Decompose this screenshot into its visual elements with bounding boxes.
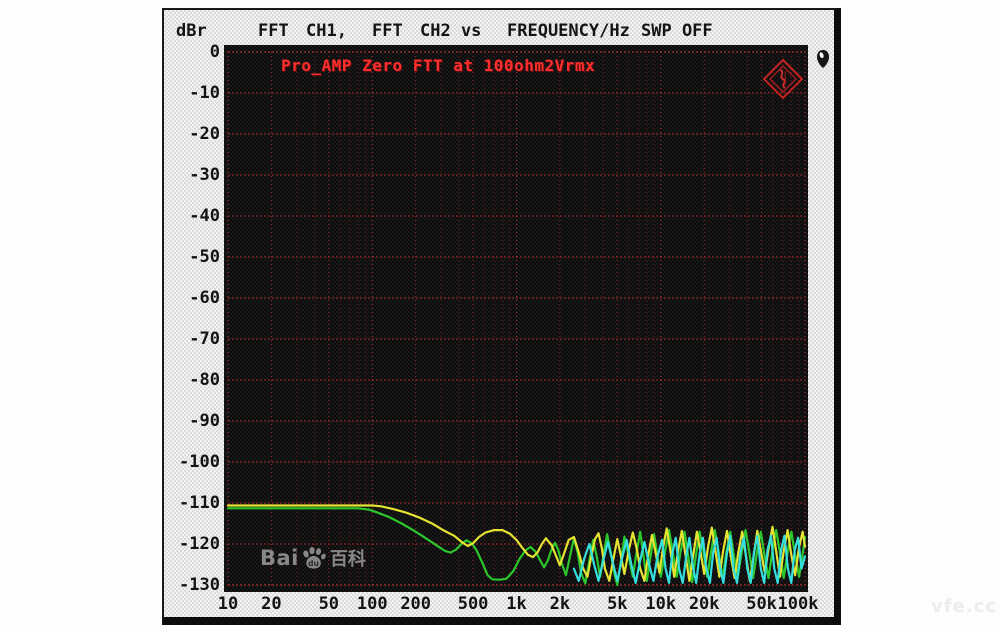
trace1-type-label: FFT [258, 21, 289, 41]
x-tick-label: 200 [400, 594, 431, 614]
y-tick-label: -10 [150, 83, 220, 103]
x-axis-label: FREQUENCY/Hz [507, 21, 630, 41]
trace1-channel-label: CH1, [306, 21, 347, 41]
x-tick-label: 10k [645, 594, 676, 614]
badge-glyph-icon [816, 49, 830, 69]
y-tick-label: -130 [150, 575, 220, 595]
diamond-logo-icon [762, 58, 804, 100]
x-tick-label: 20k [689, 594, 720, 614]
x-tick-label: 10 [218, 594, 238, 614]
y-tick-label: -110 [150, 493, 220, 513]
x-tick-label: 2k [550, 594, 570, 614]
y-tick-label: -20 [150, 124, 220, 144]
x-tick-label: 20 [261, 594, 281, 614]
y-tick-label: 0 [150, 42, 220, 62]
sweep-status-label: SWP OFF [641, 21, 713, 41]
x-tick-label: 100k [778, 594, 819, 614]
y-tick-label: -30 [150, 165, 220, 185]
plot-title: Pro_AMP Zero FTT at 100ohm2Vrmx [281, 56, 595, 75]
baidu-watermark-text-left: Bai [260, 546, 299, 570]
baidu-paw-icon: du [300, 546, 327, 571]
plot-area: Pro_AMP Zero FTT at 100ohm2Vrmx Bai du 百… [224, 45, 808, 592]
y-tick-label: -120 [150, 534, 220, 554]
y-tick-label: -80 [150, 370, 220, 390]
y-tick-label: -100 [150, 452, 220, 472]
baidu-watermark-text-right: 百科 [330, 545, 366, 571]
y-tick-label: -90 [150, 411, 220, 431]
plot-canvas [224, 45, 808, 592]
x-tick-label: 5k [607, 594, 627, 614]
baidu-baike-watermark: Bai du 百科 [260, 545, 366, 571]
y-unit-label: dBr [176, 21, 207, 41]
trace2-channel-label: CH2 vs [420, 21, 481, 41]
x-tick-label: 500 [458, 594, 489, 614]
svg-text:du: du [308, 559, 319, 568]
screenshot-page: dBr FFT CH1, FFT CH2 vs FREQUENCY/Hz SWP… [0, 0, 1000, 631]
y-tick-label: -60 [150, 288, 220, 308]
x-tick-label: 50k [746, 594, 777, 614]
x-tick-label: 50 [319, 594, 339, 614]
x-tick-label: 100 [357, 594, 388, 614]
y-tick-label: -40 [150, 206, 220, 226]
y-tick-label: -70 [150, 329, 220, 349]
x-tick-label: 1k [506, 594, 526, 614]
site-watermark: vfe.cc [931, 596, 997, 617]
y-tick-label: -50 [150, 247, 220, 267]
trace2-type-label: FFT [372, 21, 403, 41]
